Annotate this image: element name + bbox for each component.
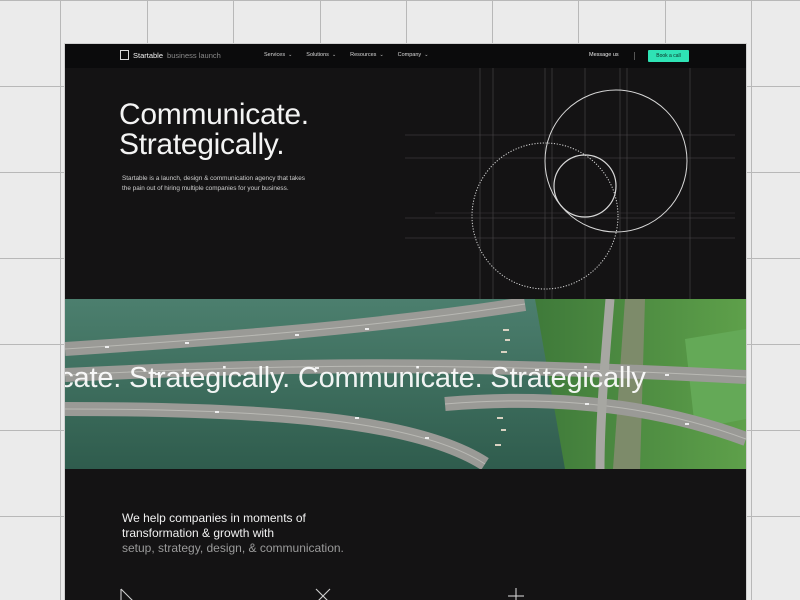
- marquee-text: icate. Strategically. Communicate. Strat…: [65, 362, 646, 394]
- hero-description: Startable is a launch, design & communic…: [122, 175, 305, 192]
- intro-line-1: We help companies in moments of: [122, 511, 306, 525]
- nav-item-resources[interactable]: Resources ⌄: [350, 52, 384, 58]
- nav-item-services[interactable]: Services ⌄: [264, 52, 292, 58]
- nav-item-company[interactable]: Company ⌄: [398, 52, 429, 58]
- intro-line-3: setup, strategy, design, & communication…: [122, 541, 344, 555]
- hero-title-line-1: Communicate.: [119, 98, 309, 131]
- message-us-link[interactable]: Message us: [589, 52, 619, 58]
- plus-icon: [508, 588, 524, 600]
- top-navigation: Startable business launch Services ⌄ Sol…: [65, 44, 746, 68]
- close-icon: [315, 588, 331, 600]
- website-page: Startable business launch Services ⌄ Sol…: [65, 44, 746, 600]
- brand-name: Startable: [133, 50, 164, 60]
- nav-item-label: Company: [397, 52, 422, 58]
- arrow-down-right-icon: [120, 588, 133, 600]
- chevron-down-icon: ⌄: [379, 52, 384, 58]
- nav-item-label: Solutions: [306, 52, 329, 58]
- geometric-circles-graphic: [405, 68, 735, 299]
- nav-divider: [634, 52, 635, 60]
- brand-logo[interactable]: Startable business launch: [120, 50, 221, 60]
- aerial-highway-image: icate. Strategically. Communicate. Strat…: [65, 299, 746, 469]
- nav-links: Services ⌄ Solutions ⌄ Resources ⌄ Compa…: [264, 52, 428, 58]
- brand-tagline: business launch: [167, 50, 221, 60]
- intro-statement: We help companies in moments of transfor…: [122, 511, 422, 556]
- hero-title: Communicate. Strategically.: [119, 100, 309, 160]
- hero-title-line-2: Strategically.: [119, 128, 285, 161]
- book-call-button[interactable]: Book a call: [648, 50, 689, 62]
- logo-icon: [120, 50, 129, 60]
- nav-item-label: Resources: [350, 52, 377, 58]
- nav-item-label: Services: [264, 52, 286, 58]
- chevron-down-icon: ⌄: [424, 52, 429, 58]
- nav-item-solutions[interactable]: Solutions ⌄: [306, 52, 336, 58]
- chevron-down-icon: ⌄: [288, 52, 293, 58]
- chevron-down-icon: ⌄: [331, 52, 337, 58]
- intro-line-2: transformation & growth with: [122, 526, 275, 540]
